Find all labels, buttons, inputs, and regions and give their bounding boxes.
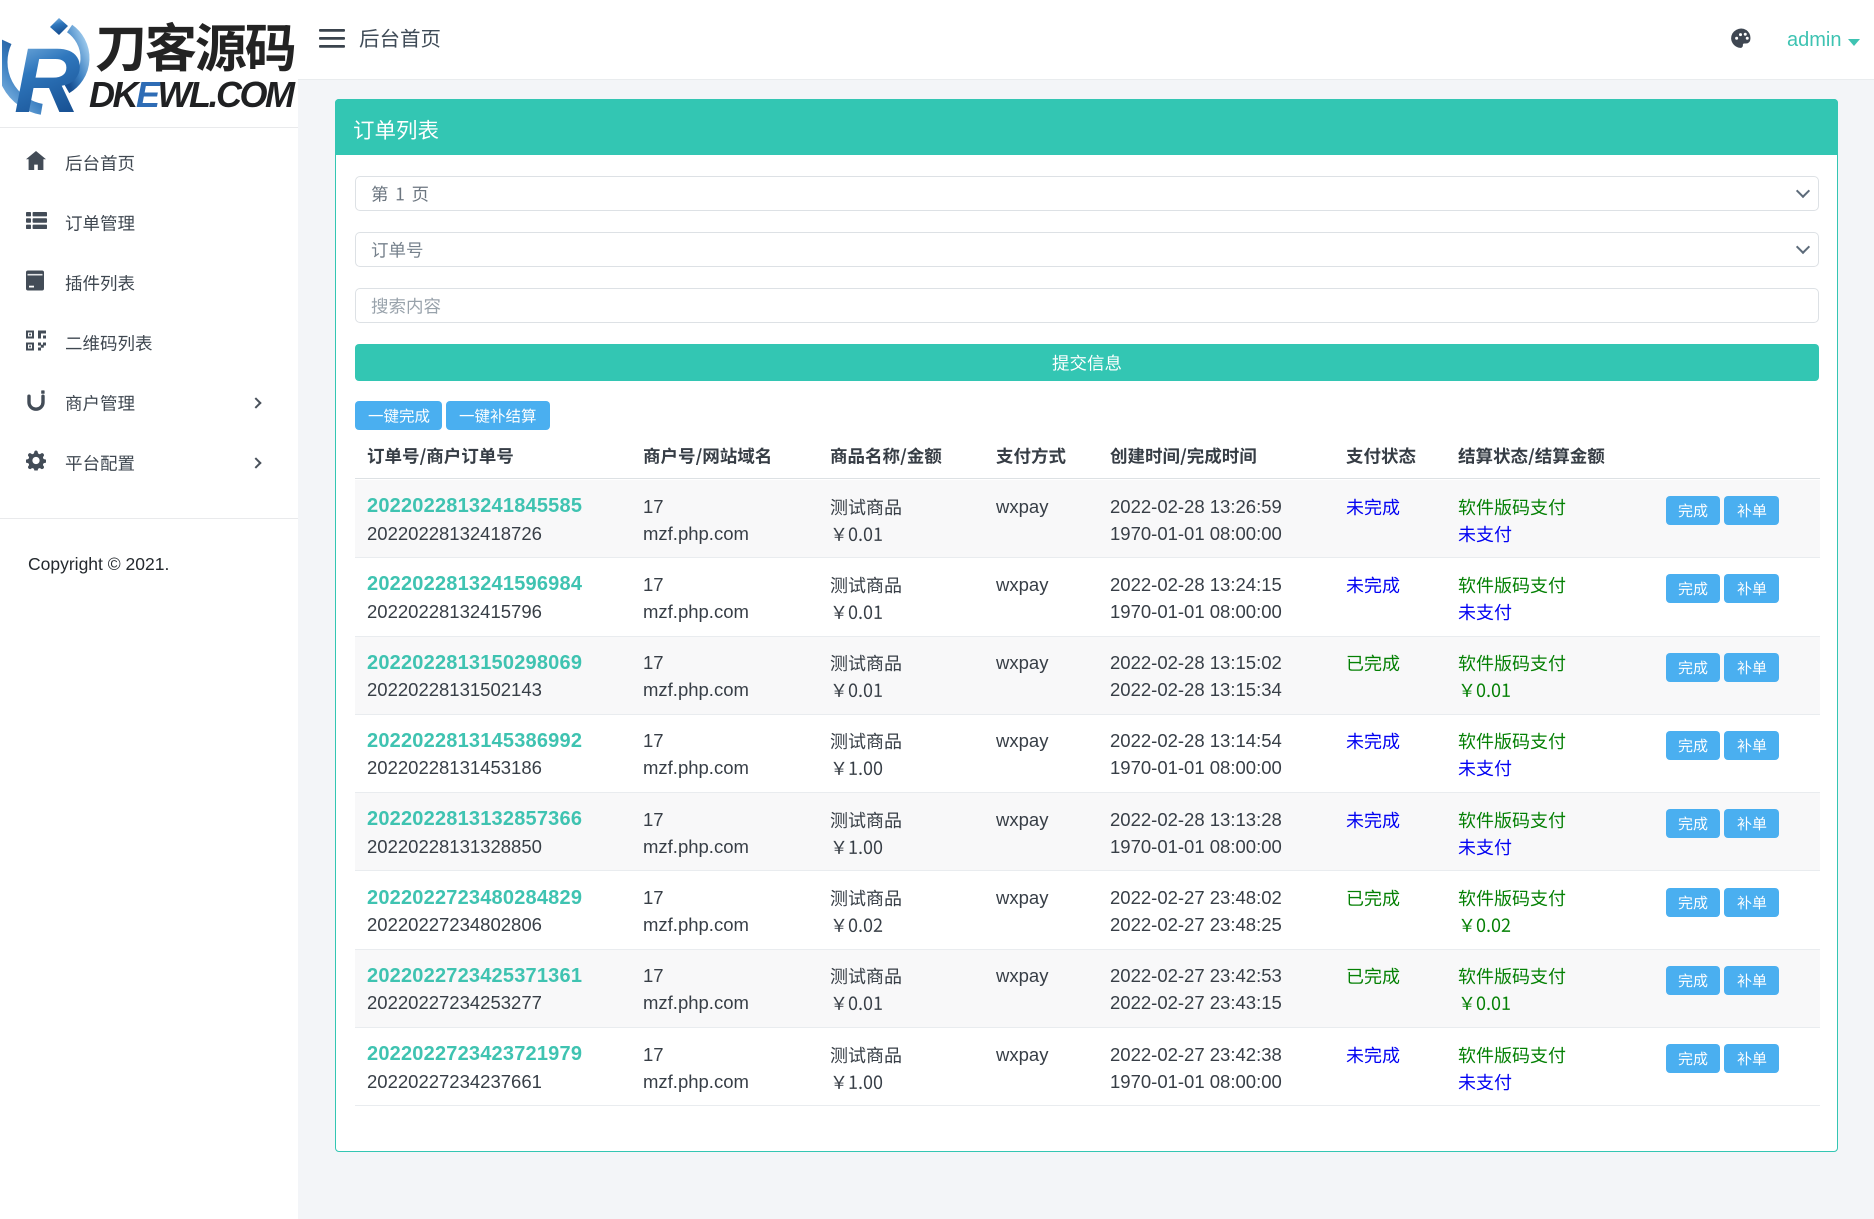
- svg-text:R: R: [14, 30, 80, 118]
